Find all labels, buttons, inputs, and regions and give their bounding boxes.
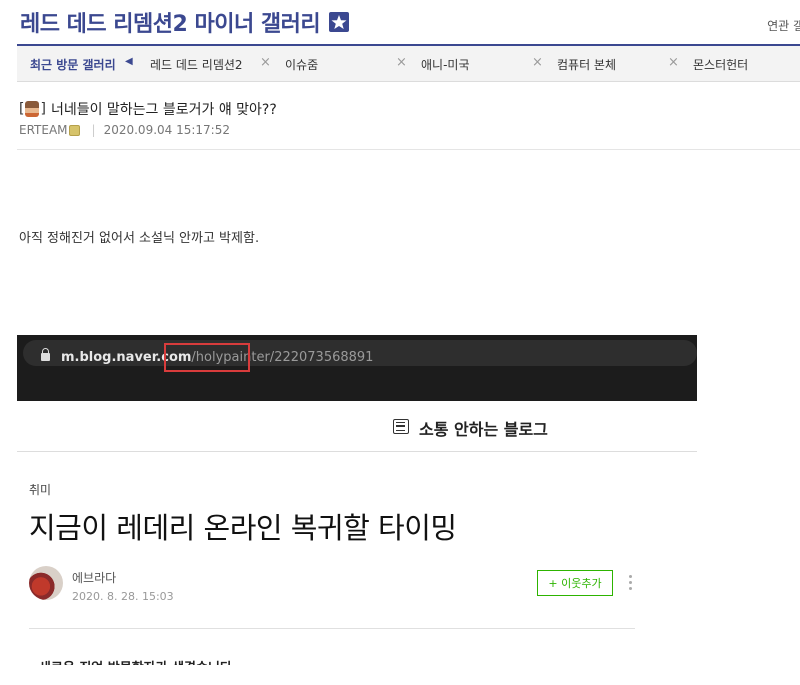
recent-close-icon[interactable]: ×	[668, 55, 679, 70]
highlight-box	[164, 343, 250, 372]
recent-close-icon[interactable]: ×	[532, 55, 543, 70]
recent-gallery-bar: 최근 방문 갤러리 ◀ 레드 데드 리뎀션2 × 이슈줌 × 애니-미국 × 컴…	[17, 46, 800, 82]
meta-separator: |	[91, 123, 96, 137]
embedded-screenshot: m.blog.naver.com/holypainter/22207356889…	[17, 335, 697, 665]
related-gallery-link[interactable]: 연관 갤	[767, 17, 800, 34]
author-name: 에브라다	[72, 571, 117, 585]
blog-name: 소통 안하는 블로그	[419, 420, 548, 439]
recent-item[interactable]: 레드 데드 리뎀션2	[150, 56, 243, 73]
article-body-line: - 새로운 직업 박물학자가 생겼습니다.	[29, 657, 237, 665]
bookmark-star-icon[interactable]	[328, 11, 350, 33]
post-title-text: 너네들이 말하는그 블로거가 얘 맞아??	[50, 102, 277, 118]
recent-prev-arrow-icon[interactable]: ◀	[125, 56, 133, 67]
blog-header: 소통 안하는 블로그	[17, 401, 697, 452]
recent-item[interactable]: 몬스터헌터	[693, 56, 748, 73]
browser-url-bar: m.blog.naver.com/holypainter/22207356889…	[17, 335, 697, 401]
url-field: m.blog.naver.com/holypainter/22207356889…	[23, 340, 697, 372]
article-title: 지금이 레데리 온라인 복귀할 타이밍	[29, 511, 457, 545]
user-badge-icon	[68, 124, 80, 136]
recent-item[interactable]: 애니-미국	[421, 56, 470, 73]
gallery-title-text[interactable]: 레드 데드 리뎀션2 마이너 갤러리	[20, 6, 321, 38]
post-title: [ ] 너네들이 말하는그 블로거가 얘 맞아??	[19, 99, 277, 119]
gallery-title[interactable]: 레드 데드 리뎀션2 마이너 갤러리	[20, 6, 350, 38]
post-datetime: 2020.09.04 15:17:52	[103, 123, 230, 137]
meta-divider	[17, 149, 800, 150]
author-avatar	[29, 566, 63, 600]
lock-icon	[41, 348, 50, 361]
head-bracket-open: [	[19, 101, 25, 117]
recent-item[interactable]: 컴퓨터 본체	[557, 56, 616, 73]
blog-category: 취미	[29, 483, 52, 497]
head-bracket-close: ]	[40, 101, 46, 117]
subject-head-icon	[25, 101, 40, 117]
add-neighbor-button: + 이웃추가	[537, 570, 613, 596]
recent-item[interactable]: 이슈줌	[285, 56, 318, 73]
post-body-text: 아직 정해진거 없어서 소설닉 안까고 박제함.	[19, 231, 260, 246]
list-icon	[393, 419, 409, 434]
recent-close-icon[interactable]: ×	[396, 55, 407, 70]
more-options-icon	[629, 575, 632, 591]
recent-gallery-label: 최근 방문 갤러리	[30, 58, 116, 72]
article-date: 2020. 8. 28. 15:03	[72, 590, 174, 603]
post-author[interactable]: ERTEAM	[19, 123, 68, 137]
post-meta: ERTEAM | 2020.09.04 15:17:52	[19, 123, 230, 137]
recent-close-icon[interactable]: ×	[260, 55, 271, 70]
article-divider	[29, 628, 635, 629]
